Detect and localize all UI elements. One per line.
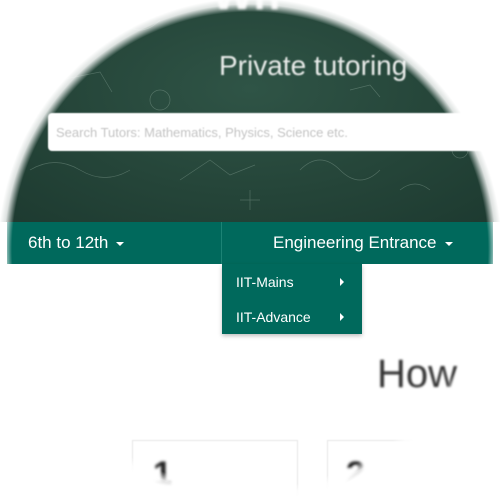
category-menu-bar: 6th to 12th Engineering Entrance: [7, 222, 493, 264]
step-number: 2: [346, 455, 365, 493]
step-number: 1: [153, 455, 172, 493]
dropdown-item-iit-advance[interactable]: IIT-Advance: [222, 299, 362, 334]
menu-item-label: 6th to 12th: [28, 233, 109, 252]
section-heading: How: [377, 352, 458, 396]
step-card: 1: [132, 440, 298, 500]
menu-item-6th-to-12th[interactable]: 6th to 12th: [7, 222, 221, 264]
engineering-dropdown-menu: IIT-Mains IIT-Advance: [222, 264, 362, 334]
dropdown-item-label: IIT-Advance: [236, 308, 311, 325]
caret-down-icon: [444, 242, 453, 246]
search-box: [48, 113, 500, 151]
hero-title: Wh: [212, 0, 280, 20]
page-viewport: Wh Private tutoring 6th to 12th Engineer…: [0, 0, 500, 500]
menu-item-label: Engineering Entrance: [273, 233, 437, 252]
chalkboard-texture: [10, 19, 469, 210]
search-input[interactable]: [48, 113, 500, 151]
menu-item-engineering-entrance[interactable]: Engineering Entrance: [221, 222, 493, 264]
hero-banner: Wh Private tutoring: [0, 0, 500, 222]
caret-right-icon: [340, 313, 344, 321]
caret-down-icon: [116, 242, 125, 246]
caret-right-icon: [340, 278, 344, 286]
hero-subtitle: Private tutoring: [219, 50, 408, 81]
dropdown-item-iit-mains[interactable]: IIT-Mains: [222, 264, 362, 299]
step-card: 2: [327, 440, 417, 500]
dropdown-item-label: IIT-Mains: [236, 273, 294, 290]
